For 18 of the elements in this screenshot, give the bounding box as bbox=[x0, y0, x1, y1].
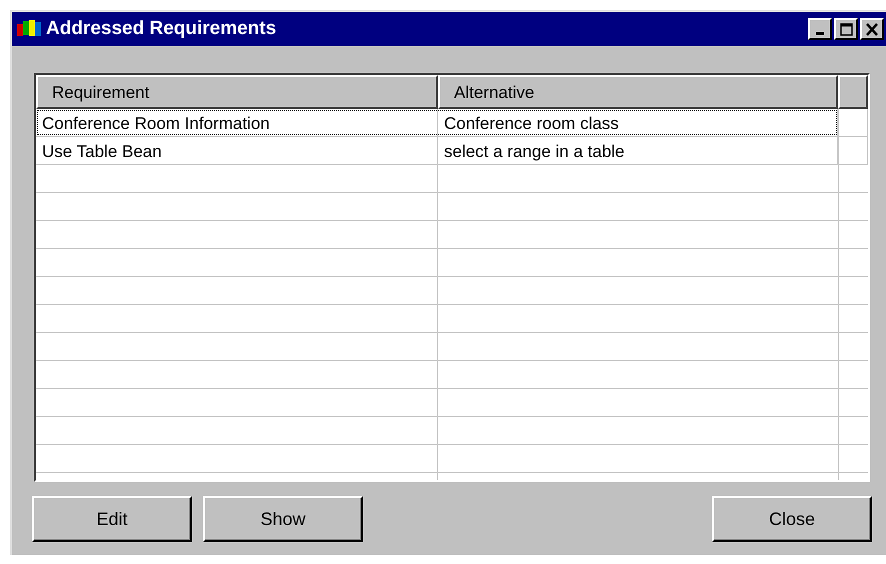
dialog-button[interactable]: Close bbox=[712, 496, 872, 542]
table-cell: Use Table Bean bbox=[36, 137, 438, 164]
minimize-button[interactable] bbox=[808, 18, 832, 40]
column-header[interactable]: Requirement bbox=[36, 75, 438, 109]
table-cell: select a range in a table bbox=[438, 137, 838, 164]
maximize-button[interactable] bbox=[834, 18, 858, 40]
column-header[interactable]: Alternative bbox=[438, 75, 838, 109]
close-icon bbox=[866, 22, 878, 36]
table-cell: Conference room class bbox=[438, 109, 838, 136]
table-cell: Conference Room Information bbox=[36, 109, 438, 136]
minimize-icon bbox=[816, 32, 824, 35]
table-row[interactable]: Conference Room Information Conference room class bbox=[36, 109, 868, 136]
maximize-icon bbox=[840, 22, 852, 36]
window-title: Addressed Requirements bbox=[46, 16, 278, 41]
table-row[interactable]: Use Table Bean select a range in a table bbox=[36, 137, 868, 164]
dialog-button[interactable]: Show bbox=[203, 496, 363, 542]
dialog-button[interactable]: Edit bbox=[32, 496, 192, 542]
close-button[interactable] bbox=[860, 18, 884, 40]
